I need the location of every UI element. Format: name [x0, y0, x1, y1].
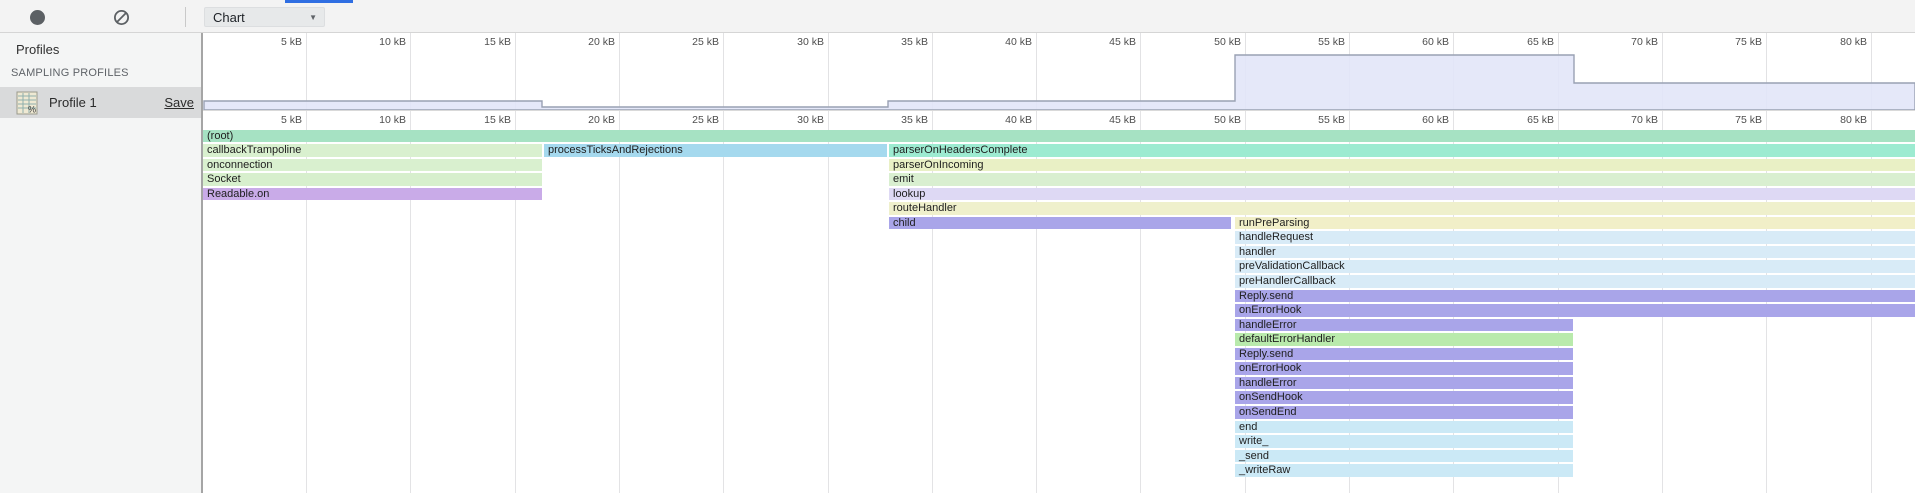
chevron-down-icon: ▼ [309, 13, 324, 22]
ruler-tick-label: 50 kB [1181, 114, 1241, 126]
save-profile-link[interactable]: Save [164, 95, 194, 110]
sampling-profiles-section-label: SAMPLING PROFILES [11, 67, 129, 79]
flame-bar-handleRequest[interactable]: handleRequest [1235, 231, 1915, 244]
toolbar-divider [185, 7, 186, 27]
overview-area-shape [204, 55, 1915, 110]
flame-bar-child[interactable]: child [889, 217, 1231, 230]
flame-bar-lookup[interactable]: lookup [889, 188, 1915, 201]
svg-text:%: % [28, 104, 36, 114]
sidebar-item-profile-1[interactable]: % Profile 1 Save [0, 87, 201, 118]
overview-flame-divider [203, 110, 1915, 111]
flame-bar-Reply.send[interactable]: Reply.send [1235, 348, 1573, 361]
flame-bar-_send[interactable]: _send [1235, 450, 1573, 463]
ruler-tick-label: 60 kB [1389, 114, 1449, 126]
grid-line [723, 110, 724, 493]
flame-bar-callbackTrampoline[interactable]: callbackTrampoline [203, 144, 542, 157]
grid-line [828, 110, 829, 493]
profile-document-icon: % [16, 91, 38, 115]
allocation-overview-area[interactable] [203, 45, 1915, 110]
block-icon [113, 9, 130, 26]
flame-bar-onconnection[interactable]: onconnection [203, 159, 542, 172]
flame-bar-runPreParsing[interactable]: runPreParsing [1235, 217, 1915, 230]
ruler-tick-label: 75 kB [1702, 114, 1762, 126]
flame-bar-onErrorHook[interactable]: onErrorHook [1235, 304, 1915, 317]
devtools-profiler-window: { "toolbar": { "record_tooltip": "record… [0, 0, 1915, 493]
ruler-tick-label: 80 kB [1807, 114, 1867, 126]
ruler-tick-label: 35 kB [868, 114, 928, 126]
flame-bar-parserOnHeadersComplete[interactable]: parserOnHeadersComplete [889, 144, 1915, 157]
flame-bar-handleError[interactable]: handleError [1235, 319, 1573, 332]
grid-line [619, 110, 620, 493]
record-icon [30, 10, 45, 25]
ruler-tick-label: 5 kB [242, 114, 302, 126]
toolbar: Chart ▼ [0, 0, 1915, 33]
flame-bar-_writeRaw[interactable]: _writeRaw [1235, 464, 1573, 477]
flame-bar-root[interactable]: (root) [203, 130, 1915, 143]
flame-bar-onSendEnd[interactable]: onSendEnd [1235, 406, 1573, 419]
flame-bar-Readable.on[interactable]: Readable.on [203, 188, 542, 201]
flame-bar-end[interactable]: end [1235, 421, 1573, 434]
flame-bar-onErrorHook[interactable]: onErrorHook [1235, 362, 1573, 375]
flame-bar-preValidationCallback[interactable]: preValidationCallback [1235, 260, 1915, 273]
flame-bar-parserOnIncoming[interactable]: parserOnIncoming [889, 159, 1915, 172]
ruler-tick-label: 65 kB [1494, 114, 1554, 126]
clear-profiles-button[interactable] [109, 5, 133, 29]
ruler-tick-label: 20 kB [555, 114, 615, 126]
flame-bar-processTicksAndRejections[interactable]: processTicksAndRejections [544, 144, 887, 157]
flame-bar-Reply.send[interactable]: Reply.send [1235, 290, 1915, 303]
flame-bar-handler[interactable]: handler [1235, 246, 1915, 259]
ruler-tick-label: 10 kB [346, 114, 406, 126]
flame-bar-preHandlerCallback[interactable]: preHandlerCallback [1235, 275, 1915, 288]
sidebar-title: Profiles [16, 42, 59, 57]
view-mode-value: Chart [205, 10, 309, 25]
ruler-tick-label: 55 kB [1285, 114, 1345, 126]
flame-bar-write_[interactable]: write_ [1235, 435, 1573, 448]
ruler-tick-label: 70 kB [1598, 114, 1658, 126]
profiles-sidebar: Profiles SAMPLING PROFILES % Profile 1 S… [0, 33, 203, 493]
flame-bar-onSendHook[interactable]: onSendHook [1235, 391, 1573, 404]
flame-chart-panel: 5 kB 10 kB 15 kB 20 kB 25 kB 30 kB 35 kB 40 kB 4… [203, 33, 1915, 493]
flame-bar-defaultErrorHandler[interactable]: defaultErrorHandler [1235, 333, 1573, 346]
ruler-tick-label: 30 kB [764, 114, 824, 126]
ruler-tick-label: 45 kB [1076, 114, 1136, 126]
flame-bar-Socket[interactable]: Socket [203, 173, 542, 186]
flame-bar-routeHandler[interactable]: routeHandler [889, 202, 1915, 215]
ruler-tick-label: 15 kB [451, 114, 511, 126]
flame-bar-emit[interactable]: emit [889, 173, 1915, 186]
profile-name: Profile 1 [49, 95, 164, 110]
view-mode-select[interactable]: Chart ▼ [204, 7, 325, 27]
ruler-tick-label: 40 kB [972, 114, 1032, 126]
record-button[interactable] [25, 5, 49, 29]
top-accent-bar [285, 0, 353, 3]
ruler-tick-label: 25 kB [659, 114, 719, 126]
flame-bar-handleError[interactable]: handleError [1235, 377, 1573, 390]
